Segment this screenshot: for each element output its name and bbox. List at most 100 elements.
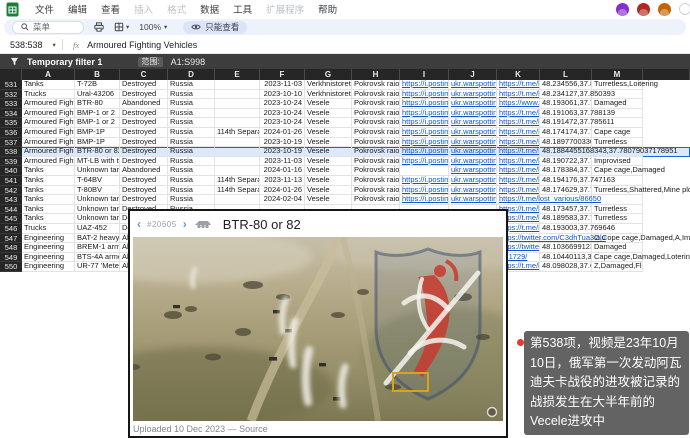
column-header-L[interactable]: L	[540, 69, 592, 80]
row-number[interactable]: 531	[0, 80, 22, 90]
cell[interactable]	[215, 138, 260, 148]
cell[interactable]: Verkhnistoretske	[305, 90, 352, 100]
cell[interactable]: UR-77 'Meteorit'	[75, 262, 120, 272]
menu-item-0[interactable]: 文件	[28, 2, 61, 16]
cell[interactable]: Ural-43206	[75, 90, 120, 100]
row-number[interactable]: 549	[0, 253, 22, 263]
cell[interactable]	[215, 109, 260, 119]
cell[interactable]: 114th Separate I	[215, 128, 260, 138]
cell[interactable]: 48.234127,37.850393	[540, 90, 592, 100]
cell[interactable]: https://www.inst	[497, 99, 540, 109]
cell[interactable]: BMP-1P	[75, 128, 120, 138]
cell[interactable]: 2023-10-10	[260, 90, 305, 100]
cell[interactable]: ukr.warspotting.r	[449, 128, 497, 138]
cell[interactable]: Pokrovsk raion	[352, 99, 400, 109]
cell[interactable]: ukr.warspotting.r	[449, 186, 497, 196]
cell[interactable]: Armoured Fighti	[22, 128, 75, 138]
next-record-button[interactable]: ›	[183, 218, 187, 230]
cell[interactable]: Tanks	[22, 186, 75, 196]
cell[interactable]: ukr.warspotting.r	[449, 166, 497, 176]
cell[interactable]: https://i.postimg	[400, 157, 449, 167]
cell[interactable]: https://i.postimg	[400, 118, 449, 128]
cell[interactable]: 2023-10-24	[260, 109, 305, 119]
cell[interactable]: Vesele	[305, 195, 352, 205]
cell[interactable]: Vesele	[305, 138, 352, 148]
cell[interactable]: Destroyed	[120, 109, 168, 119]
cell[interactable]: Destroyed	[120, 128, 168, 138]
row-number[interactable]: 546	[0, 224, 22, 234]
cell[interactable]: ukr.warspotting.r	[449, 147, 497, 157]
cell[interactable]	[215, 118, 260, 128]
zoom-control[interactable]: 100% ▾	[139, 22, 167, 32]
cell[interactable]: Pokrovsk raion	[352, 128, 400, 138]
cell[interactable]: ukr.warspotting.r	[449, 99, 497, 109]
cell[interactable]: 48.1884455168343,37.78079037178951	[540, 147, 592, 157]
cell[interactable]: 48.098028,37.68	[540, 262, 592, 272]
menu-item-2[interactable]: 查看	[94, 2, 127, 16]
cell[interactable]: https://i.postimg	[400, 186, 449, 196]
column-header-D[interactable]: D	[168, 69, 215, 80]
cell[interactable]: Vesele	[305, 176, 352, 186]
cell[interactable]: Russia	[168, 138, 215, 148]
name-box[interactable]: 538:538 ▾	[0, 40, 58, 50]
cell[interactable]: Russia	[168, 157, 215, 167]
cell[interactable]: Destroyed	[120, 90, 168, 100]
cell[interactable]: Armoured Fighti	[22, 138, 75, 148]
cell[interactable]: Unknown tank	[75, 195, 120, 205]
column-header-J[interactable]: J	[449, 69, 497, 80]
cell[interactable]: BMP-1 or 2	[75, 109, 120, 119]
cell[interactable]: Russia	[168, 176, 215, 186]
cell[interactable]: Unknown tank	[75, 166, 120, 176]
cell[interactable]: Abandoned	[120, 166, 168, 176]
cell[interactable]: 48.174174,37.78	[540, 128, 592, 138]
cell[interactable]: 48.173457,37.79	[540, 205, 592, 215]
cell[interactable]: 2023-11-13	[260, 176, 305, 186]
menu-item-1[interactable]: 编辑	[61, 2, 94, 16]
select-all-corner[interactable]	[0, 69, 22, 80]
row-number[interactable]: 540	[0, 166, 22, 176]
print-button[interactable]	[94, 22, 104, 32]
cell[interactable]: 2023-10-19	[260, 138, 305, 148]
cell[interactable]: Destroyed	[120, 147, 168, 157]
range-value[interactable]: A1:S998	[171, 57, 206, 67]
cell[interactable]: Destroyed	[120, 186, 168, 196]
cell[interactable]: Destroyed	[120, 157, 168, 167]
cell[interactable]: 48.194176,37.747163	[540, 176, 592, 186]
cell[interactable]: Cape cage	[592, 128, 643, 138]
cell[interactable]: https://t.me/BUA	[497, 128, 540, 138]
cell[interactable]: Destroyed	[120, 138, 168, 148]
cell[interactable]: Armoured Fighti	[22, 109, 75, 119]
cell[interactable]: Russia	[168, 109, 215, 119]
row-number[interactable]: 541	[0, 176, 22, 186]
cell[interactable]: Pokrovsk raion	[352, 195, 400, 205]
column-header-E[interactable]: E	[215, 69, 260, 80]
cell[interactable]: Armoured Fighti	[22, 147, 75, 157]
cell[interactable]: BTS-4A armour	[75, 253, 120, 263]
cell[interactable]: https://t.me/lost_	[497, 80, 540, 90]
cell[interactable]: Vesele	[305, 128, 352, 138]
cell[interactable]: https://t.me/lost_	[497, 109, 540, 119]
cell[interactable]: 2024-02-04	[260, 195, 305, 205]
search-menus-box[interactable]: 菜单	[12, 21, 84, 34]
cell[interactable]: BTR-80 or 82	[75, 147, 120, 157]
avatar-0[interactable]	[616, 3, 629, 16]
row-number[interactable]: 533	[0, 99, 22, 109]
cell[interactable]: https://i.postimg	[400, 195, 449, 205]
cell[interactable]: https://i.postimg	[400, 109, 449, 119]
cell[interactable]	[215, 166, 260, 176]
cell[interactable]: Pokrovsk raion	[352, 138, 400, 148]
cell[interactable]: 114th Separate I	[215, 186, 260, 196]
cell[interactable]: Engineering	[22, 234, 75, 244]
cell[interactable]: 2024-01-16	[260, 166, 305, 176]
cell[interactable]	[400, 166, 449, 176]
cell[interactable]: Russia	[168, 99, 215, 109]
cell[interactable]: Vesele	[305, 157, 352, 167]
column-header-C[interactable]: C	[120, 69, 168, 80]
column-header-B[interactable]: B	[75, 69, 120, 80]
row-number[interactable]: 545	[0, 214, 22, 224]
cell[interactable]: Vesele	[305, 147, 352, 157]
cell[interactable]: Verkhnistoretske	[305, 80, 352, 90]
formula-input[interactable]: Armoured Fighting Vehicles	[87, 40, 197, 50]
cell[interactable]: https://i.postimg	[400, 147, 449, 157]
row-number[interactable]: 535	[0, 118, 22, 128]
